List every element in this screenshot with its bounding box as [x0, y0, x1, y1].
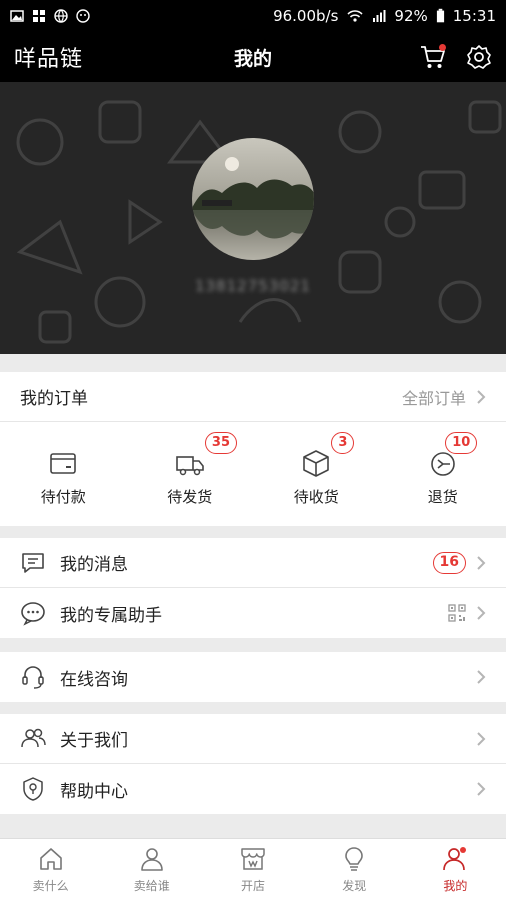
- battery-icon: [436, 8, 444, 23]
- headset-icon: [22, 666, 44, 689]
- app-grid-icon: [33, 10, 45, 22]
- lightbulb-icon: [345, 847, 364, 871]
- wifi-icon: [347, 10, 363, 22]
- count-badge: 3: [331, 432, 355, 454]
- tab-label: 卖什么: [32, 879, 69, 893]
- message-count-badge: 16: [432, 551, 466, 574]
- all-orders-label: 全部订单: [401, 388, 466, 408]
- help-shield-icon: [23, 777, 43, 801]
- qr-code-icon: [448, 604, 466, 622]
- row-right: [448, 604, 486, 622]
- menu-item-help[interactable]: 帮助中心: [0, 764, 506, 814]
- cart-dot: [439, 44, 446, 51]
- chevron-right-icon: [477, 555, 486, 570]
- chevron-right-icon: [477, 731, 486, 746]
- row-right: [476, 781, 486, 797]
- message-icon: [22, 552, 44, 573]
- tab-label: 卖给谁: [133, 879, 170, 893]
- count-badge: 10: [445, 432, 478, 454]
- network-speed: 96.00b/s: [273, 7, 339, 25]
- tab-open-store[interactable]: 开店: [202, 839, 303, 900]
- menu-item-label: 帮助中心: [60, 781, 128, 802]
- order-pending-receipt[interactable]: 3 待收货: [253, 422, 380, 526]
- tab-sell-what[interactable]: 卖什么: [0, 839, 101, 900]
- home-icon: [39, 848, 62, 870]
- chevron-right-icon: [477, 670, 486, 684]
- order-status-label: 待付款: [40, 488, 86, 506]
- status-right: 96.00b/s 92% 15:31: [273, 7, 496, 25]
- tab-label: 发现: [342, 879, 367, 893]
- orders-title: 我的订单: [20, 389, 88, 409]
- menu-item-label: 我的消息: [60, 555, 128, 575]
- consult-card: 在线咨询: [0, 652, 506, 702]
- all-orders-link[interactable]: 全部订单: [402, 385, 486, 409]
- order-status-label: 待收货: [293, 488, 339, 506]
- chevron-right-icon: [477, 782, 486, 796]
- count-badge: 35: [204, 432, 238, 454]
- row-right: [476, 731, 486, 747]
- person-icon: [140, 848, 163, 871]
- tab-label: 开店: [241, 879, 266, 893]
- status-bar: 96.00b/s 92% 15:31: [0, 0, 506, 32]
- orders-header: 我的订单 全部订单: [0, 372, 506, 422]
- users-icon: [21, 728, 46, 747]
- clock: 15:31: [452, 7, 496, 25]
- order-status-list: 待付款 35 待发货 3 待收货 10 退货: [0, 422, 506, 526]
- avatar-photo: [192, 138, 314, 260]
- app-bar: 咩品链 我的: [0, 32, 506, 82]
- phone-number: 13812753021: [195, 277, 311, 295]
- package-icon: [303, 450, 330, 477]
- user-active-icon: [443, 847, 467, 871]
- order-status-label: 待发货: [167, 488, 213, 506]
- tab-discover[interactable]: 发现: [304, 839, 405, 900]
- row-right: 16: [432, 551, 486, 574]
- menu-item-consult[interactable]: 在线咨询: [0, 652, 506, 702]
- tab-mine[interactable]: 我的: [405, 839, 506, 900]
- tab-label: 我的: [443, 879, 468, 893]
- header-actions: [418, 42, 494, 72]
- order-status-label: 退货: [427, 488, 458, 506]
- store-icon: [241, 848, 265, 870]
- avatar[interactable]: [192, 138, 314, 260]
- status-left: [10, 9, 90, 23]
- chevron-right-icon: [477, 606, 486, 620]
- truck-icon: [175, 456, 204, 476]
- globe-icon: [54, 9, 68, 23]
- menu-item-label: 在线咨询: [60, 669, 128, 690]
- bottom-tab-bar: 卖什么 卖给谁 开店 发现 我的: [0, 838, 506, 900]
- menu-item-about[interactable]: 关于我们: [0, 714, 506, 764]
- cart-button[interactable]: [418, 42, 448, 72]
- battery-level: 92%: [394, 7, 428, 25]
- smiley-icon: [76, 9, 90, 23]
- menu-item-label: 关于我们: [60, 731, 128, 751]
- gear-icon: [467, 45, 491, 69]
- profile-header: 13812753021: [0, 82, 506, 354]
- order-returns[interactable]: 10 退货: [380, 422, 506, 526]
- order-pending-shipment[interactable]: 35 待发货: [127, 422, 254, 526]
- settings-button[interactable]: [464, 42, 494, 72]
- tab-sell-to-whom[interactable]: 卖给谁: [101, 839, 202, 900]
- menu-item-assistant[interactable]: 我的专属助手: [0, 588, 506, 638]
- menu-item-label: 我的专属助手: [60, 605, 162, 626]
- row-right: [476, 669, 486, 685]
- chevron-right-icon: [477, 389, 486, 404]
- gallery-icon: [10, 10, 24, 22]
- chat-bubble-icon: [21, 602, 45, 626]
- wallet-icon: [50, 453, 77, 474]
- messages-card: 我的消息 16 我的专属助手: [0, 538, 506, 638]
- order-pending-payment[interactable]: 待付款: [0, 422, 127, 526]
- signal-icon: [373, 10, 386, 22]
- orders-section: 我的订单 全部订单 待付款 35 待发货 3 待收货 10 退货: [0, 372, 506, 526]
- brand-logo: 咩品链: [14, 47, 84, 72]
- info-card: 关于我们 帮助中心: [0, 714, 506, 814]
- menu-item-messages[interactable]: 我的消息 16: [0, 538, 506, 588]
